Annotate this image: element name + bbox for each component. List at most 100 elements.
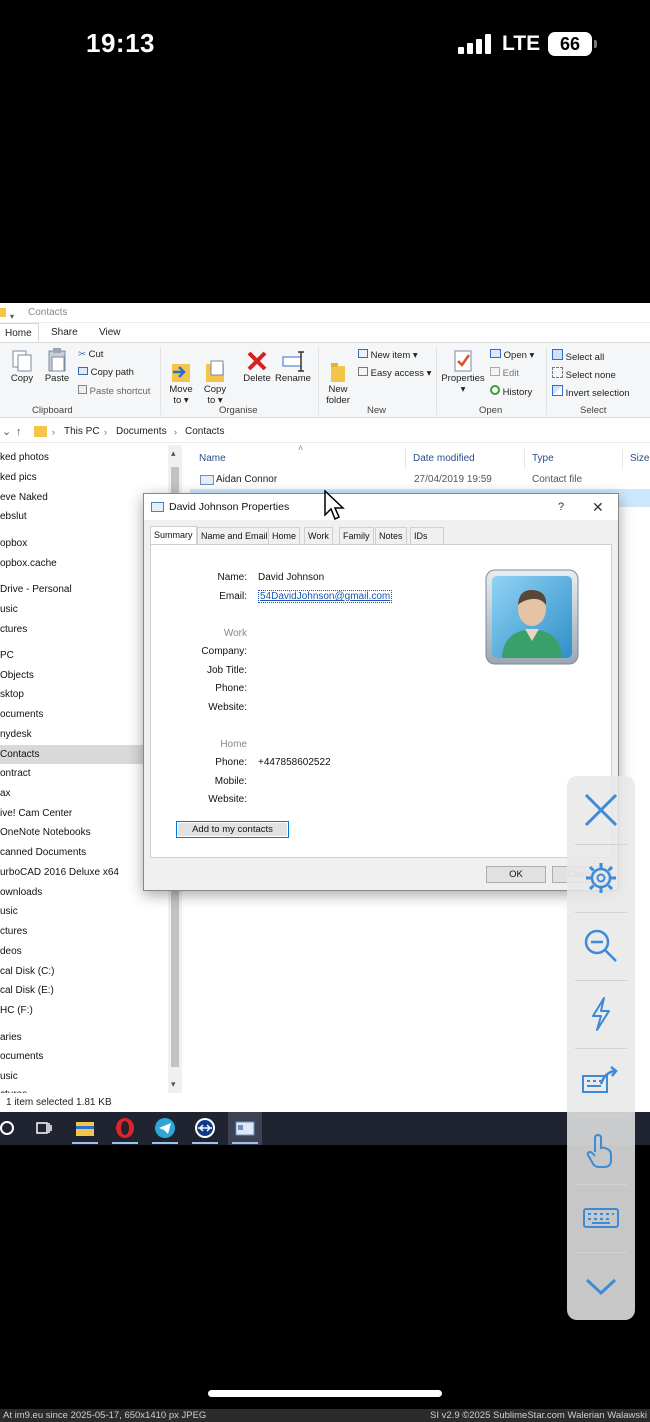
copy-button[interactable]: Copy bbox=[4, 349, 40, 384]
select-all-button[interactable]: Select all bbox=[552, 349, 604, 363]
tab-ids[interactable]: IDs bbox=[410, 527, 444, 544]
properties-button[interactable]: Properties ▾ bbox=[440, 349, 486, 395]
column-divider[interactable] bbox=[405, 449, 406, 469]
add-to-contacts-button[interactable]: Add to my contacts bbox=[176, 821, 289, 838]
tab-home[interactable]: Home bbox=[268, 527, 301, 544]
move-to-button[interactable]: Move to ▾ bbox=[166, 349, 196, 417]
address-bar[interactable]: ⌄ ↑ › This PC › Documents › Contacts bbox=[0, 421, 650, 443]
column-size[interactable]: Size bbox=[630, 453, 649, 464]
breadcrumb-documents[interactable]: Documents bbox=[116, 421, 167, 443]
breadcrumb-separator-icon: › bbox=[104, 427, 107, 437]
zoom-out-icon bbox=[584, 929, 617, 962]
column-divider[interactable] bbox=[622, 449, 623, 469]
scroll-up-icon[interactable]: ▴ bbox=[171, 448, 176, 459]
properties-label: Properties bbox=[441, 373, 485, 384]
tab-work[interactable]: Work bbox=[304, 527, 333, 544]
copy-path-button[interactable]: Copy path bbox=[78, 367, 134, 378]
edit-button[interactable]: Edit bbox=[490, 367, 519, 379]
nav-item[interactable]: usic bbox=[0, 1067, 168, 1086]
easy-access-icon bbox=[358, 367, 368, 376]
contacts-taskbar-icon[interactable] bbox=[228, 1112, 262, 1145]
collapse-panel-button[interactable] bbox=[567, 1252, 635, 1320]
column-type[interactable]: Type bbox=[532, 453, 554, 464]
contact-file-icon bbox=[200, 475, 214, 485]
column-name[interactable]: Name bbox=[199, 453, 226, 464]
rename-button[interactable]: Rename bbox=[275, 349, 311, 384]
tab-name-and-email[interactable]: Name and Email bbox=[197, 527, 272, 544]
signal-icon bbox=[458, 34, 492, 54]
nav-item[interactable]: ocuments bbox=[0, 1047, 168, 1066]
new-folder-button[interactable]: New folder bbox=[322, 349, 354, 417]
open-button[interactable]: Open ▾ bbox=[490, 349, 534, 361]
column-date-modified[interactable]: Date modified bbox=[413, 453, 475, 464]
ribbon-separator bbox=[160, 347, 161, 415]
new-item-icon bbox=[358, 349, 368, 358]
edit-label: Edit bbox=[502, 368, 520, 379]
clipboard-group-label: Clipboard bbox=[32, 405, 73, 416]
select-none-button[interactable]: Select none bbox=[552, 367, 616, 381]
close-panel-button[interactable] bbox=[567, 776, 635, 844]
nav-item[interactable]: ctures bbox=[0, 1085, 168, 1093]
nav-item[interactable]: cal Disk (E:) bbox=[0, 981, 168, 1000]
paste-shortcut-button[interactable]: Paste shortcut bbox=[78, 385, 150, 397]
ribbon-tabs: Home Share View bbox=[0, 323, 650, 342]
properties-dropdown-icon: ▾ bbox=[460, 384, 466, 395]
folder-icon bbox=[34, 426, 47, 437]
email-link[interactable]: 54DavidJohnson@gmail.com bbox=[258, 590, 393, 603]
new-item-button[interactable]: New item ▾ bbox=[358, 349, 418, 361]
breadcrumb-this-pc[interactable]: This PC bbox=[64, 421, 100, 443]
nav-item[interactable]: deos bbox=[0, 942, 168, 961]
cut-button[interactable]: ✂ Cut bbox=[78, 349, 103, 360]
zoom-out-button[interactable] bbox=[567, 912, 635, 980]
tab-share[interactable]: Share bbox=[51, 323, 78, 342]
invert-selection-button[interactable]: Invert selection bbox=[552, 385, 630, 399]
new-group-label: New bbox=[367, 405, 387, 416]
nav-item[interactable]: aries bbox=[0, 1028, 168, 1047]
file-explorer-taskbar-icon[interactable] bbox=[68, 1112, 102, 1145]
history-button[interactable]: History bbox=[490, 385, 532, 398]
close-button[interactable]: ✕ bbox=[592, 494, 604, 520]
chevron-down-icon bbox=[585, 1278, 617, 1296]
nav-item[interactable]: HC (F:) bbox=[0, 1001, 168, 1020]
column-divider[interactable] bbox=[524, 449, 525, 469]
name-label: Name: bbox=[217, 572, 247, 583]
teamviewer-taskbar-icon[interactable] bbox=[188, 1112, 222, 1145]
tab-home[interactable]: Home bbox=[0, 323, 39, 342]
tab-family[interactable]: Family bbox=[339, 527, 374, 544]
delete-button[interactable]: Delete bbox=[240, 349, 274, 384]
nav-item[interactable]: usic bbox=[0, 902, 168, 921]
opera-taskbar-icon[interactable] bbox=[108, 1112, 142, 1145]
send-keys-button[interactable] bbox=[567, 1048, 635, 1116]
recent-locations-icon[interactable]: ⌄ bbox=[2, 421, 11, 443]
up-arrow-icon[interactable]: ↑ bbox=[16, 421, 22, 443]
dialog-title-bar[interactable]: David Johnson Properties ? ✕ bbox=[144, 494, 618, 520]
tab-notes[interactable]: Notes bbox=[375, 527, 407, 544]
telegram-taskbar-icon[interactable] bbox=[148, 1112, 182, 1145]
quick-actions-button[interactable] bbox=[567, 980, 635, 1048]
new-item-label: New item ▾ bbox=[370, 350, 418, 361]
settings-button[interactable] bbox=[567, 844, 635, 912]
task-view-icon[interactable] bbox=[28, 1112, 62, 1145]
file-row[interactable]: Aidan Connor 27/04/2019 19:59 Contact fi… bbox=[190, 471, 650, 489]
help-button[interactable]: ? bbox=[558, 494, 564, 520]
nav-item[interactable]: ctures bbox=[0, 922, 168, 941]
breadcrumb-contacts[interactable]: Contacts bbox=[185, 421, 224, 443]
home-phone-label: Phone: bbox=[215, 757, 247, 768]
scroll-down-icon[interactable]: ▾ bbox=[171, 1079, 176, 1090]
folder-icon bbox=[0, 308, 6, 317]
keyboard-button[interactable] bbox=[567, 1184, 635, 1252]
paste-button[interactable]: Paste bbox=[40, 347, 74, 384]
easy-access-button[interactable]: Easy access ▾ bbox=[358, 367, 431, 379]
nav-item[interactable]: ked photos bbox=[0, 448, 168, 467]
network-type: LTE bbox=[502, 32, 541, 55]
touch-icon bbox=[586, 1133, 612, 1168]
taskbar bbox=[0, 1112, 650, 1145]
nav-item[interactable]: ked pics bbox=[0, 468, 168, 487]
tab-view[interactable]: View bbox=[99, 323, 121, 342]
touch-mode-button[interactable] bbox=[567, 1116, 635, 1184]
nav-item[interactable]: cal Disk (C:) bbox=[0, 962, 168, 981]
ok-button[interactable]: OK bbox=[486, 866, 546, 883]
invert-selection-icon bbox=[552, 385, 563, 396]
tab-summary[interactable]: Summary bbox=[150, 526, 197, 544]
home-indicator[interactable] bbox=[208, 1390, 442, 1397]
